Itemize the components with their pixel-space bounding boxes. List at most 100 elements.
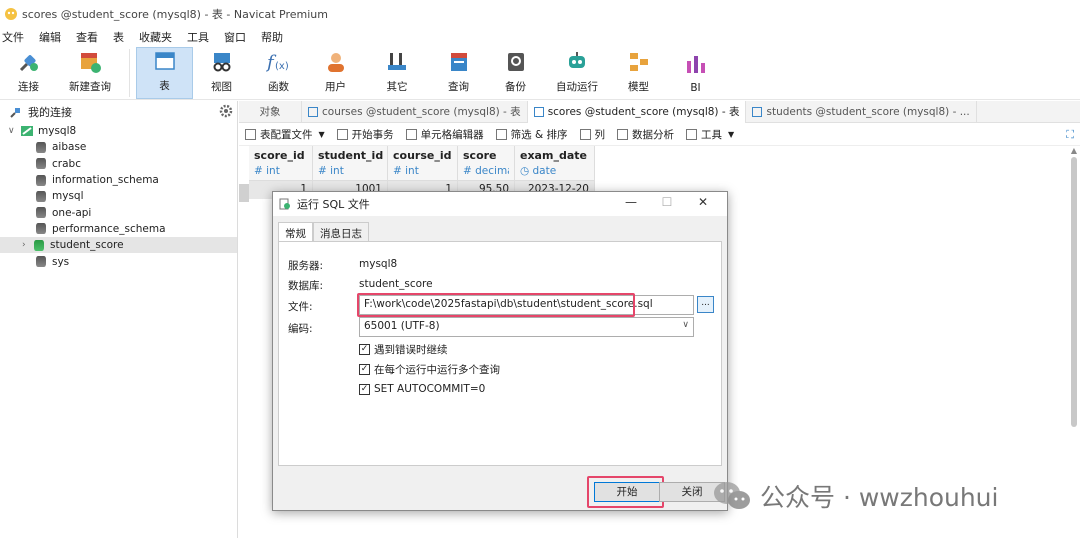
chevron-right-icon[interactable]: › [22,240,34,250]
scroll-thumb[interactable] [1071,157,1077,427]
menu-window[interactable]: 窗口 [222,29,258,45]
table-icon [752,106,763,117]
dialog-tabs: 常规 消息日志 [278,222,369,242]
toolbox-icon [686,129,698,140]
table-toolbar: 表配置文件 ▼ 开始事务 单元格编辑器 筛选 & 排序 列 数据分析 工具 ▼ ⛶ [239,124,1080,146]
backup-button[interactable]: 备份 [487,47,544,99]
database-icon [36,223,46,235]
cell-editor-button[interactable]: 单元格编辑器 [400,127,490,142]
main-toolbar: 连接 新建查询 表 视图 f (x) 函数 用户 其它 查询 备份 自动运行 模… [0,46,1080,100]
database-value: student_score [359,278,433,290]
columns-button[interactable]: 列 [574,127,612,142]
tab-message-log[interactable]: 消息日志 [313,222,369,242]
tree-item-database[interactable]: sys [0,253,237,269]
expand-icon[interactable]: ⛶ [1066,128,1074,142]
tab-objects[interactable]: 对象 [239,100,302,123]
filter-icon [495,129,507,140]
tab-bar: 对象 courses @student_score (mysql8) - 表 s… [239,100,1080,123]
tree-item-mysql8[interactable]: ∨ mysql8 [0,123,237,139]
continue-on-error-checkbox[interactable]: ✓ 遇到错误时继续 [359,342,448,357]
column-header[interactable]: score# decima [458,146,515,180]
tab-scores[interactable]: scores @student_score (mysql8) - 表 [527,100,747,123]
function-button[interactable]: f (x) 函数 [250,47,307,99]
title-bar: scores @student_score (mysql8) - 表 - Nav… [0,4,1080,24]
scroll-up-icon[interactable]: ▲ [1068,146,1080,155]
watermark: 公众号 · wwzhouhui [712,478,998,514]
grid-header: score_id # int student_id # int course_id #… [249,146,595,181]
begin-transaction-button[interactable]: 开始事务 [331,127,400,142]
model-button[interactable]: 模型 [610,47,667,99]
tree-item-database[interactable]: one-api [0,204,237,220]
column-header[interactable]: score_id # int [249,146,313,180]
tab-general[interactable]: 常规 [278,222,313,242]
highlight-box [587,476,664,508]
server-label: 服务器: [288,260,324,272]
navicat-window: scores @student_score (mysql8) - 表 - Nav… [0,0,1080,538]
chevron-down-icon[interactable]: ∨ [8,126,20,136]
new-query-button[interactable]: 新建查询 [57,47,123,99]
chevron-down-icon: ▼ [318,130,325,139]
vertical-scrollbar[interactable]: ▲ [1068,146,1080,538]
menu-tools[interactable]: 工具 [185,29,221,45]
connect-button[interactable]: 连接 [0,47,57,99]
autocommit-checkbox[interactable]: ✓ SET AUTOCOMMIT=0 [359,383,485,395]
connection-tree: 我的连接 ∨ mysql8 aibase crabc information_s… [0,101,238,538]
encoding-select[interactable]: 65001 (UTF-8) ∨ [359,317,694,337]
mysql-connection-icon [21,126,33,137]
menu-view[interactable]: 查看 [74,29,110,45]
config-file-button[interactable]: 表配置文件 ▼ [239,127,331,142]
general-panel: 服务器: mysql8 数据库: student_score 文件: F:\wo… [278,241,722,466]
tree-item-database[interactable]: information_schema [0,172,237,188]
minimize-icon[interactable]: — [613,195,649,209]
tree-item-database[interactable]: aibase [0,139,237,155]
tree-item-student-score[interactable]: › student_score [0,237,237,254]
automation-button[interactable]: 自动运行 [544,47,610,99]
menu-help[interactable]: 帮助 [259,29,295,45]
tab-students[interactable]: students @student_score (mysql8) - ... [746,100,977,123]
tools-menu-button[interactable]: 工具 ▼ [680,127,740,142]
filter-sort-button[interactable]: 筛选 & 排序 [490,127,574,142]
tree-header: 我的连接 [0,101,237,123]
query-button[interactable]: 查询 [430,47,487,99]
robot-icon [564,49,590,75]
sql-file-icon [279,198,290,210]
close-icon[interactable]: ✕ [685,195,721,209]
tree-item-database[interactable]: mysql [0,188,237,204]
dialog-title-bar: 运行 SQL 文件 — ☐ ✕ [273,192,727,216]
checkmark-icon: ✓ [359,344,370,355]
view-icon [209,49,235,75]
menu-table[interactable]: 表 [111,29,136,45]
bi-button[interactable]: BI [667,47,724,99]
maximize-icon[interactable]: ☐ [649,195,685,209]
multiple-queries-checkbox[interactable]: ✓ 在每个运行中运行多个查询 [359,362,500,377]
bi-icon [683,52,709,78]
edit-icon [405,129,417,140]
chart-icon [617,129,629,140]
menu-favorites[interactable]: 收藏夹 [137,29,184,45]
user-button[interactable]: 用户 [307,47,364,99]
database-icon [34,239,44,251]
column-header[interactable]: student_id # int [313,146,388,180]
row-indicator[interactable] [239,184,249,202]
database-icon [36,158,46,170]
browse-button[interactable]: ... [697,296,714,313]
data-analysis-button[interactable]: 数据分析 [611,127,680,142]
menu-file[interactable]: 文件 [0,29,36,45]
tree-item-database[interactable]: crabc [0,156,237,172]
tab-courses[interactable]: courses @student_score (mysql8) - 表 [302,100,528,123]
view-button[interactable]: 视图 [193,47,250,99]
tree-item-database[interactable]: performance_schema [0,221,237,237]
column-header[interactable]: course_id # int [388,146,458,180]
chevron-down-icon: ∨ [682,320,689,330]
database-icon [36,256,46,268]
menu-edit[interactable]: 编辑 [37,29,73,45]
gear-icon[interactable] [219,104,233,118]
other-button[interactable]: 其它 [364,47,430,99]
column-header[interactable]: exam_date ◷ date [515,146,595,180]
database-icon [36,141,46,153]
wechat-logo-icon [714,482,750,509]
backup-icon [503,49,529,75]
navicat-logo-icon [5,8,17,20]
file-label: 文件: [288,301,313,313]
table-button[interactable]: 表 [136,47,193,99]
